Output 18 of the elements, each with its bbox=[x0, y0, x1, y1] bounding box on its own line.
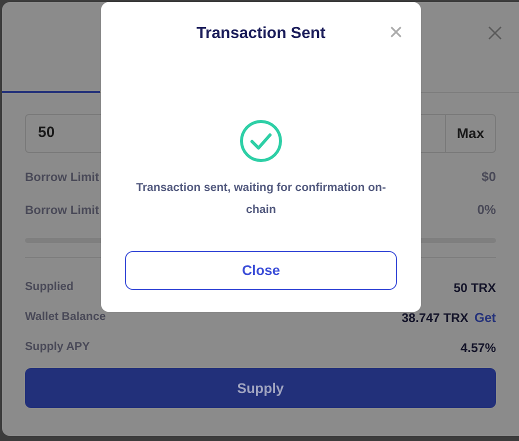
limit-value: $0 bbox=[482, 168, 496, 186]
detail-label: Supplied bbox=[25, 280, 74, 296]
limit-label: Borrow Limit bbox=[25, 202, 99, 219]
supply-button[interactable]: Supply bbox=[25, 368, 496, 408]
close-icon[interactable] bbox=[488, 26, 502, 40]
detail-label: Wallet Balance bbox=[25, 310, 106, 326]
close-button[interactable]: Close bbox=[125, 251, 397, 290]
limit-label: Borrow Limit bbox=[25, 169, 99, 186]
limit-value: 0% bbox=[477, 201, 496, 220]
detail-value: 50 TRX bbox=[454, 280, 496, 297]
detail-label: Supply APY bbox=[25, 340, 90, 356]
dialog-title: Transaction Sent bbox=[196, 24, 326, 44]
detail-value: 38.747 TRX bbox=[402, 310, 468, 327]
detail-value: 4.57% bbox=[460, 340, 496, 357]
check-circle-icon bbox=[240, 120, 282, 162]
max-button[interactable]: Max bbox=[445, 115, 495, 152]
dialog-message: Transaction sent, waiting for confirmation on-chain bbox=[135, 181, 387, 218]
get-link[interactable]: Get bbox=[474, 308, 496, 328]
